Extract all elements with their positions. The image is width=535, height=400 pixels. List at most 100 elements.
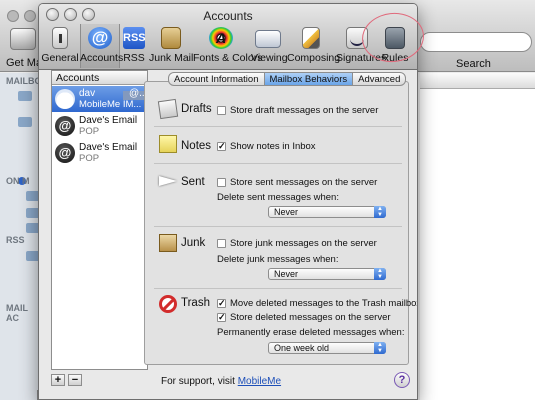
notes-title: Notes: [181, 140, 212, 152]
accounts-preferences-window: Accounts General @ Accounts RSS RSS Junk…: [38, 3, 418, 400]
toolbar-signatures-button[interactable]: Signatures: [336, 24, 387, 68]
sidebar-section-mailboxes: MAILBO: [6, 76, 42, 86]
drafts-title: Drafts: [181, 103, 212, 115]
color-wheel-icon: A: [209, 27, 233, 49]
tab-advanced[interactable]: Advanced: [352, 72, 407, 86]
toolbar-junk-mail-button[interactable]: Junk Mail: [149, 24, 193, 68]
store-drafts-checkbox[interactable]: [217, 106, 226, 115]
divider: [154, 163, 402, 164]
at-sign-icon: @: [55, 143, 75, 163]
toolbar-rules-button[interactable]: Rules: [380, 24, 410, 68]
sent-title: Sent: [181, 176, 205, 188]
erase-deleted-popup[interactable]: One week old ▲ ▼: [268, 342, 386, 354]
toolbar-fonts-colors-button[interactable]: A Fonts & Colors: [193, 24, 263, 68]
mobileme-support-link[interactable]: MobileMe: [238, 376, 281, 387]
mailbox-folder-icon[interactable]: [18, 91, 32, 101]
at-sign-icon: @: [55, 116, 75, 136]
toolbar-rss-label: RSS: [123, 52, 145, 64]
store-sent-checkbox[interactable]: [217, 178, 226, 187]
window-titlebar: Accounts General @ Accounts RSS RSS Junk…: [39, 4, 417, 70]
account-item-daves-email-1[interactable]: @ Dave's Email POP: [52, 113, 147, 139]
tab-account-information[interactable]: Account Information: [168, 72, 265, 86]
search-label: Search: [456, 58, 491, 70]
toolbar-viewing-label: Viewing: [251, 52, 288, 64]
at-sign-icon: @: [88, 27, 112, 49]
accounts-list-header: Accounts: [52, 71, 147, 85]
account-item-mobileme[interactable]: dav @... MobileMe IM...: [52, 86, 153, 112]
store-sent-label: Store sent messages on the server: [230, 177, 378, 188]
toolbar-fonts-colors-label: Fonts & Colors: [193, 52, 263, 64]
mailbox-folder-icon[interactable]: [18, 117, 32, 127]
account-type: MobileMe IM...: [79, 99, 142, 110]
search-input[interactable]: [420, 32, 532, 52]
move-to-trash-checkbox[interactable]: [217, 299, 226, 308]
toolbar-general-label: General: [41, 52, 79, 64]
cloud-icon: [55, 89, 75, 109]
store-deleted-label: Store deleted messages on the server: [230, 312, 391, 323]
show-notes-label: Show notes in Inbox: [230, 141, 316, 152]
signature-icon: [346, 27, 368, 49]
popup-arrows-icon: ▲ ▼: [374, 268, 386, 280]
message-list-header: [420, 73, 535, 89]
window-title: Accounts: [203, 9, 253, 23]
remove-account-button[interactable]: −: [68, 374, 82, 386]
store-junk-label: Store junk messages on the server: [230, 238, 377, 249]
popup-arrows-icon: ▲ ▼: [374, 342, 386, 354]
account-type: POP: [79, 126, 100, 137]
toolbar-viewing-button[interactable]: Viewing: [251, 24, 288, 68]
mail-minimize-button[interactable]: [24, 10, 36, 22]
toolbar-signatures-label: Signatures: [336, 52, 387, 64]
rss-icon: RSS: [123, 27, 146, 49]
message-list[interactable]: [420, 73, 535, 400]
toolbar-composing-label: Composing: [287, 52, 341, 64]
delete-junk-value: Never: [274, 269, 299, 279]
delete-junk-popup[interactable]: Never ▲ ▼: [268, 268, 386, 280]
add-account-button[interactable]: +: [51, 374, 65, 386]
junk-title: Junk: [181, 237, 206, 249]
toolbar-rss-button[interactable]: RSS RSS: [121, 24, 147, 68]
account-name: Dave's Email: [79, 115, 138, 126]
store-drafts-label: Store draft messages on the server: [230, 105, 379, 116]
delete-sent-value: Never: [274, 207, 299, 217]
erase-deleted-value: One week old: [274, 343, 330, 353]
get-mail-icon[interactable]: [10, 28, 36, 50]
delete-junk-label: Delete junk messages when:: [217, 254, 339, 265]
sidebar-section-mail-activity: MAIL AC: [6, 303, 28, 323]
rules-icon: [385, 27, 405, 49]
general-switch-icon: [52, 27, 68, 49]
help-button[interactable]: ?: [394, 372, 410, 388]
trash-prohibited-icon: [159, 295, 177, 313]
delete-sent-popup[interactable]: Never ▲ ▼: [268, 206, 386, 218]
divider: [154, 126, 402, 127]
account-item-daves-email-2[interactable]: @ Dave's Email POP: [52, 140, 147, 166]
delete-sent-label: Delete sent messages when:: [217, 192, 339, 203]
mail-sidebar: MAILBO ON M RSS MAIL AC: [0, 73, 42, 400]
trash-title: Trash: [181, 297, 210, 309]
support-label: For support, visit: [161, 376, 235, 387]
account-name: dav @...: [79, 88, 153, 100]
notes-pad-icon: [159, 135, 177, 153]
erase-deleted-label: Permanently erase deleted messages when:: [217, 327, 405, 338]
sent-paper-plane-icon: [159, 171, 177, 189]
sidebar-section-on-my-mac: ON M: [6, 176, 30, 186]
account-type: POP: [79, 153, 100, 164]
divider: [154, 288, 402, 289]
popup-arrows-icon: ▲ ▼: [374, 206, 386, 218]
glasses-icon: [255, 30, 281, 48]
toolbar-general-button[interactable]: General: [41, 24, 79, 68]
pencil-paper-icon: [302, 27, 320, 49]
toolbar-rules-label: Rules: [381, 52, 409, 64]
toolbar-junk-mail-label: Junk Mail: [149, 52, 194, 64]
toolbar-composing-button[interactable]: Composing: [287, 24, 341, 68]
store-deleted-checkbox[interactable]: [217, 313, 226, 322]
show-notes-checkbox[interactable]: [217, 142, 226, 151]
tab-mailbox-behaviors[interactable]: Mailbox Behaviors: [263, 72, 354, 86]
divider: [154, 226, 402, 227]
junk-mail-bag-icon: [161, 27, 181, 49]
toolbar-accounts-button[interactable]: @ Accounts: [80, 24, 123, 68]
accounts-list[interactable]: Accounts dav @... MobileMe IM... @ Dave's…: [51, 70, 153, 370]
mail-close-button[interactable]: [7, 10, 19, 22]
support-text: For support, visit MobileMe: [161, 376, 281, 387]
account-name: Dave's Email: [79, 142, 138, 153]
store-junk-checkbox[interactable]: [217, 239, 226, 248]
